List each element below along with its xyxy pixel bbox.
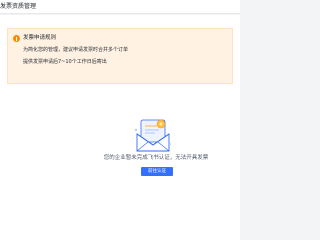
warning-icon bbox=[13, 35, 20, 42]
go-verify-button[interactable]: 前往认证 bbox=[141, 167, 173, 176]
notice-line: 为简化您的管理，建议申请发票时合并多个订单 bbox=[23, 47, 129, 53]
page-header: 发票资质管理 bbox=[0, 0, 240, 14]
notice-banner: 发票申请规则 为简化您的管理，建议申请发票时合并多个订单 提供发票申请后7~10… bbox=[7, 28, 233, 84]
empty-state-message: 您的企业暂未完成飞书认证，无法开具发票 bbox=[103, 155, 209, 161]
notice-line: 提供发票申请后7~10个工作日后寄出 bbox=[23, 59, 107, 65]
illustration-svg bbox=[134, 119, 172, 152]
invoice-management-page: 发票资质管理 发票申请规则 为简化您的管理，建议申请发票时合并多个订单 提供发票… bbox=[0, 0, 240, 240]
page-title: 发票资质管理 bbox=[0, 3, 37, 10]
document-envelope-illustration bbox=[131, 118, 175, 154]
notice-title: 发票申请规则 bbox=[23, 35, 57, 41]
